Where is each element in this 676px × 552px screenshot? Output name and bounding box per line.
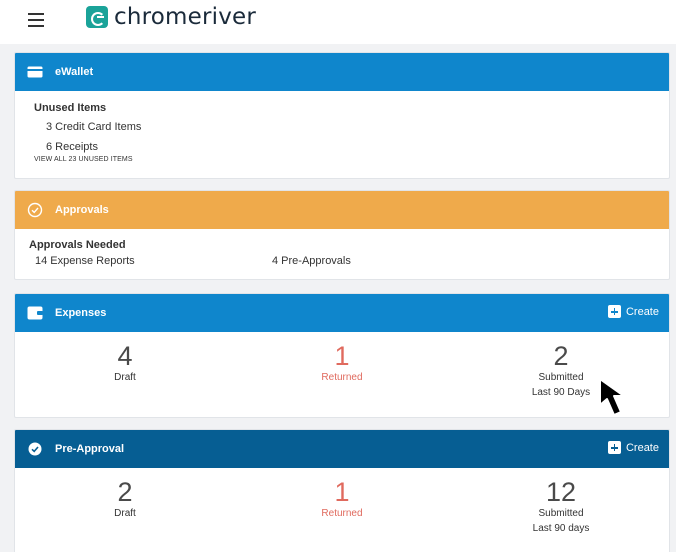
approvals-title: Approvals <box>55 204 109 216</box>
wallet-card-icon <box>27 64 43 80</box>
expense-reports-approvals-link[interactable]: 14 Expense Reports <box>35 255 135 267</box>
pre-approval-draft-label: Draft <box>114 508 136 519</box>
dashboard: eWallet Unused Items 3 Credit Card Items… <box>0 44 676 552</box>
pre-approval-submitted-label: Submitted <box>538 508 584 519</box>
pre-approval-returned-label: Returned <box>321 508 363 519</box>
wallet-icon <box>27 305 43 321</box>
pre-approval-submitted-stat[interactable]: 12 Submitted Last 90 days <box>461 478 661 534</box>
hamburger-icon[interactable] <box>28 13 44 27</box>
brand-name: chromeriver <box>114 4 257 30</box>
expenses-create-label: Create <box>625 305 659 318</box>
approvals-card: Approvals Approvals Needed 14 Expense Re… <box>14 190 670 280</box>
ewallet-card: eWallet Unused Items 3 Credit Card Items… <box>14 52 670 179</box>
plus-square-icon <box>607 305 621 318</box>
mouse-pointer-icon <box>599 378 625 416</box>
expenses-draft-stat[interactable]: 4 Draft <box>25 342 225 383</box>
unused-items-title: Unused Items <box>34 102 107 114</box>
approvals-needed-title: Approvals Needed <box>29 239 126 251</box>
expenses-returned-count: 1 <box>334 341 350 371</box>
pre-approval-title: Pre-Approval <box>55 443 125 455</box>
receipts-link[interactable]: 6 Receipts <box>46 141 669 153</box>
ewallet-header[interactable]: eWallet <box>15 53 669 91</box>
check-circle-icon <box>27 202 43 218</box>
pre-approval-create-button[interactable]: Create <box>607 441 659 454</box>
expenses-title: Expenses <box>55 307 107 319</box>
plus-square-icon <box>607 441 621 454</box>
pre-approval-submitted-period: Last 90 days <box>532 523 590 534</box>
badge-check-icon <box>27 441 43 457</box>
expenses-returned-label: Returned <box>321 372 363 383</box>
pre-approval-returned-count: 1 <box>334 477 350 507</box>
pre-approval-card: Pre-Approval Create 2 Draft 1 Returned 1… <box>14 429 670 552</box>
chromeriver-logo-icon <box>86 6 108 28</box>
pre-approval-create-label: Create <box>625 441 659 454</box>
pre-approval-header[interactable]: Pre-Approval Create <box>15 430 669 468</box>
expenses-header[interactable]: Expenses Create <box>15 294 669 332</box>
expenses-returned-stat[interactable]: 1 Returned <box>242 342 442 383</box>
credit-card-items-link[interactable]: 3 Credit Card Items <box>46 121 669 133</box>
pre-approval-draft-count: 2 <box>117 477 133 507</box>
approvals-header[interactable]: Approvals <box>15 191 669 229</box>
expenses-create-button[interactable]: Create <box>607 305 659 318</box>
expenses-draft-count: 4 <box>117 341 133 371</box>
expenses-card: Expenses Create 4 Draft 1 Returned 2 Sub… <box>14 293 670 418</box>
brand-logo[interactable]: chromeriver <box>86 4 256 30</box>
view-all-unused-items-link[interactable]: VIEW ALL 23 UNUSED ITEMS <box>34 156 669 163</box>
ewallet-title: eWallet <box>55 66 94 78</box>
pre-approval-draft-stat[interactable]: 2 Draft <box>25 478 225 519</box>
pre-approvals-link[interactable]: 4 Pre-Approvals <box>272 255 351 267</box>
pre-approval-submitted-count: 12 <box>545 477 577 507</box>
expenses-draft-label: Draft <box>114 372 136 383</box>
top-bar: chromeriver <box>0 0 676 44</box>
expenses-submitted-count: 2 <box>553 341 569 371</box>
pre-approval-returned-stat[interactable]: 1 Returned <box>242 478 442 519</box>
